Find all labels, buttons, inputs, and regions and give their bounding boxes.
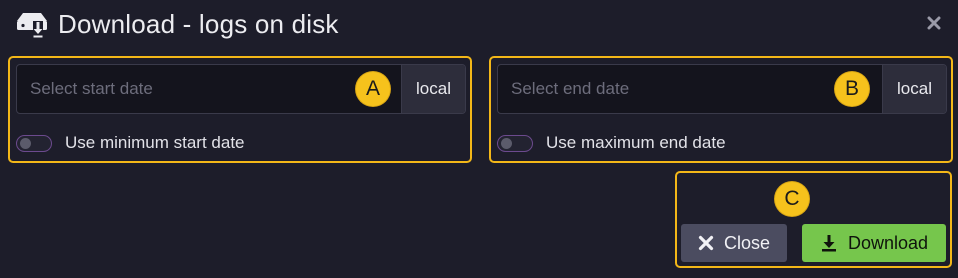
annotation-badge-a: A xyxy=(356,72,390,106)
annotation-badge-b: B xyxy=(835,72,869,106)
dialog-header: Download - logs on disk xyxy=(14,7,339,41)
max-end-toggle-row: Use maximum end date xyxy=(497,132,726,154)
min-start-toggle[interactable] xyxy=(16,134,52,152)
annotation-badge-c: C xyxy=(775,182,809,216)
start-date-group: local Use minimum start date xyxy=(8,56,472,163)
end-date-field: local xyxy=(497,64,947,114)
end-timezone-addon[interactable]: local xyxy=(882,65,946,113)
max-end-toggle[interactable] xyxy=(497,134,533,152)
min-start-toggle-label: Use minimum start date xyxy=(65,133,245,152)
end-date-input[interactable] xyxy=(498,65,882,113)
close-button[interactable]: Close xyxy=(681,224,787,262)
download-disk-icon xyxy=(14,9,50,39)
close-icon[interactable] xyxy=(924,13,944,33)
download-button-label: Download xyxy=(847,232,929,253)
toggle-knob xyxy=(20,137,31,149)
start-timezone-addon[interactable]: local xyxy=(401,65,465,113)
dialog-title: Download - logs on disk xyxy=(58,8,339,39)
download-dialog: Download - logs on disk local Use minimu… xyxy=(0,0,958,278)
max-end-toggle-label: Use maximum end date xyxy=(546,133,726,152)
min-start-toggle-row: Use minimum start date xyxy=(16,132,245,154)
download-button[interactable]: Download xyxy=(802,224,946,262)
x-icon xyxy=(698,235,714,251)
start-date-input[interactable] xyxy=(17,65,401,113)
download-icon xyxy=(820,234,838,252)
start-date-field: local xyxy=(16,64,466,114)
end-date-group: local Use maximum end date xyxy=(489,56,953,163)
toggle-knob xyxy=(501,137,512,149)
close-button-label: Close xyxy=(723,232,771,253)
